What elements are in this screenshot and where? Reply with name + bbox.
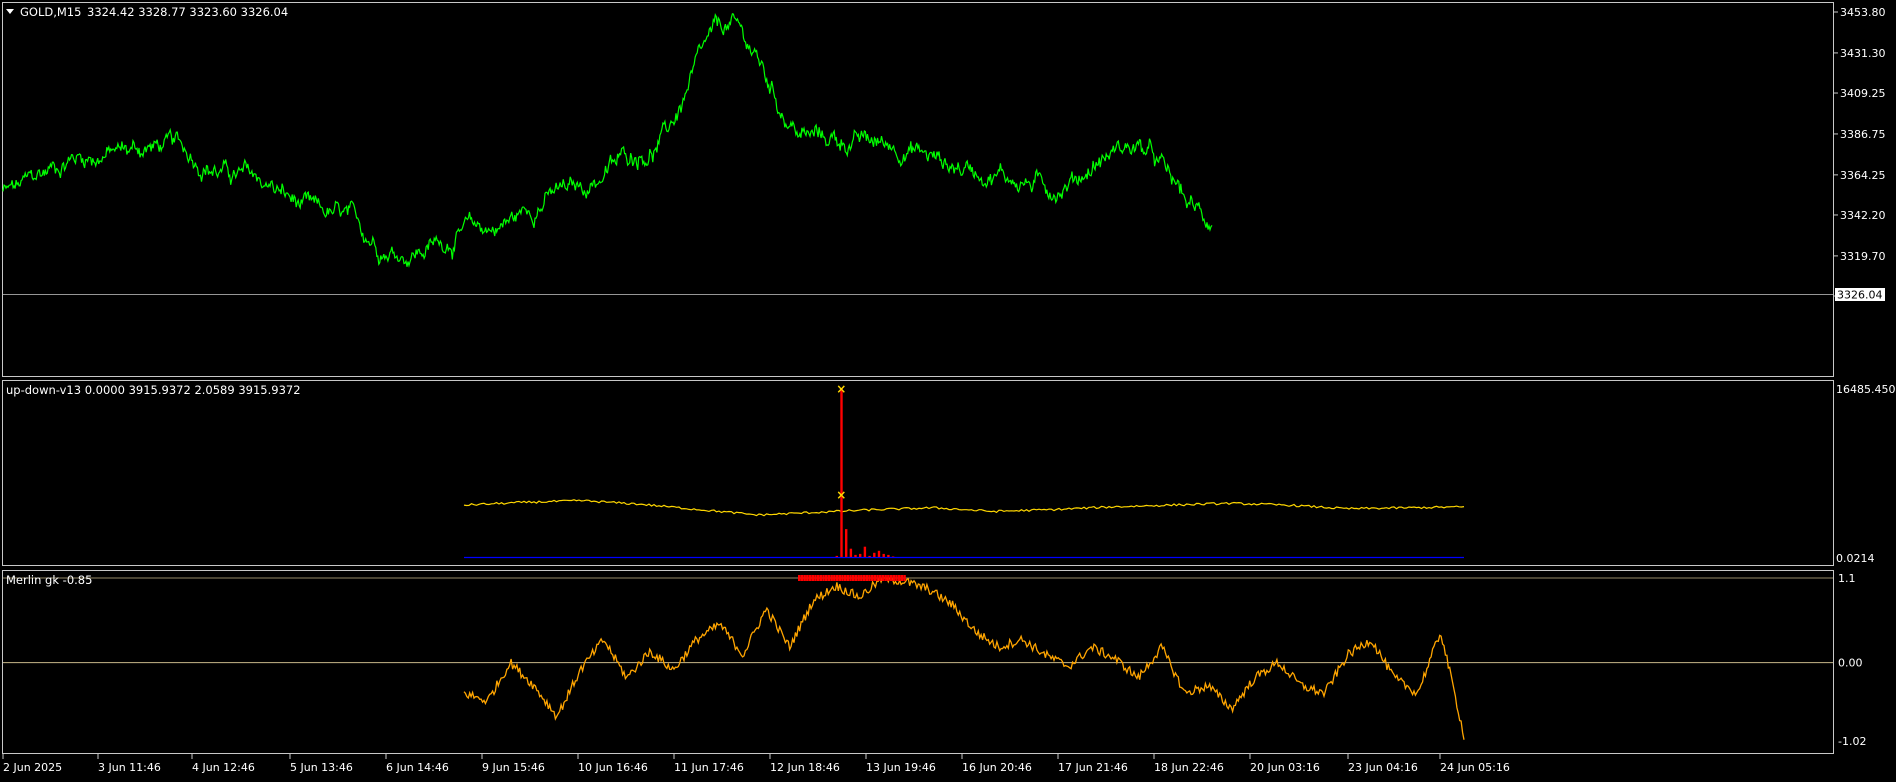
- merlin-top-marker: [903, 575, 906, 581]
- merlin-top-marker: [881, 575, 885, 581]
- merlin-top-marker: [819, 575, 823, 581]
- price-tick-label: 3319.70: [1840, 250, 1886, 263]
- merlin-top-marker: [862, 575, 866, 581]
- merlin-top-marker: [822, 575, 825, 581]
- updown-tick-max: 16485.450: [1836, 383, 1896, 396]
- merlin-top-marker: [803, 575, 806, 581]
- x-tick-label: 16 Jun 20:46: [962, 761, 1032, 774]
- updown-hist-bar: [849, 548, 853, 557]
- x-tick-label: 10 Jun 16:46: [578, 761, 648, 774]
- merlin-top-marker: [825, 575, 828, 581]
- updown-hist-bar: [882, 553, 885, 557]
- price-tick-label: 3453.80: [1840, 6, 1886, 19]
- merlin-top-marker: [870, 575, 874, 581]
- merlin-top-marker: [889, 575, 893, 581]
- updown-hist-bar: [868, 555, 871, 557]
- merlin-top-marker: [827, 575, 831, 581]
- merlin-top-marker: [811, 575, 814, 581]
- x-tick-label: 4 Jun 12:46: [192, 761, 255, 774]
- merlin-tick-label: 1.1: [1838, 572, 1856, 585]
- x-tick-label: 17 Jun 21:46: [1058, 761, 1128, 774]
- x-tick-label: 20 Jun 03:16: [1250, 761, 1320, 774]
- updown-hist-bar: [835, 555, 838, 557]
- merlin-top-marker: [808, 575, 812, 581]
- x-tick-label: 24 Jun 05:16: [1440, 761, 1510, 774]
- x-tick-label: 9 Jun 15:46: [482, 761, 545, 774]
- x-tick-label: 6 Jun 14:46: [386, 761, 449, 774]
- merlin-top-marker: [800, 575, 804, 581]
- merlin-top-marker: [830, 575, 833, 581]
- merlin-top-marker: [876, 575, 879, 581]
- updown-hist-bar: [887, 554, 890, 557]
- x-tick-label: 11 Jun 17:46: [674, 761, 744, 774]
- merlin-top-marker: [865, 575, 868, 581]
- merlin-top-marker: [887, 575, 890, 581]
- merlin-top-marker: [873, 575, 877, 581]
- price-tick-label: 3364.25: [1840, 169, 1886, 182]
- updown-hist-bar: [840, 388, 843, 557]
- x-tick-label: 5 Jun 13:46: [290, 761, 353, 774]
- merlin-top-marker: [816, 575, 820, 581]
- merlin-tick-label: 0.00: [1838, 657, 1863, 670]
- merlin-top-marker: [860, 575, 863, 581]
- updown-hist-bar: [877, 550, 881, 557]
- merlin-top-marker: [849, 575, 852, 581]
- updown-hist-bar: [854, 554, 857, 557]
- secondary-x-marker: ×: [836, 488, 846, 502]
- current-price-tag-text: 3326.04: [1837, 289, 1883, 302]
- merlin-top-marker: [884, 575, 887, 581]
- updown-hist-bar: [873, 552, 876, 557]
- updown-indicator-label: up-down-v13 0.0000 3915.9372 2.0589 3915…: [6, 383, 301, 397]
- chart-root[interactable]: × × 3453.80 3431.30 3409.25 3386.75 3364.25 33…: [0, 0, 1896, 778]
- merlin-top-marker: [798, 575, 801, 581]
- updown-hist-bar: [863, 546, 867, 557]
- symbol-label: GOLD,M15: [20, 5, 81, 19]
- merlin-top-marker: [846, 575, 850, 581]
- merlin-top-marker: [854, 575, 858, 581]
- price-tick-label: 3409.25: [1840, 87, 1886, 100]
- x-tick-label: 23 Jun 04:16: [1348, 761, 1418, 774]
- ohlc-values: 3324.42 3328.77 3323.60 3326.04: [87, 5, 288, 19]
- peak-x-marker: ×: [836, 382, 846, 396]
- merlin-top-marker: [895, 575, 898, 581]
- x-tick-label: 12 Jun 18:46: [770, 761, 840, 774]
- merlin-top-marker: [892, 575, 895, 581]
- merlin-top-marker: [843, 575, 847, 581]
- merlin-top-marker: [857, 575, 860, 581]
- x-tick-label: 2 Jun 2025: [3, 761, 62, 774]
- merlin-top-marker: [833, 575, 836, 581]
- merlin-top-marker: [806, 575, 809, 581]
- merlin-top-marker: [879, 575, 882, 581]
- x-tick-label: 3 Jun 11:46: [98, 761, 161, 774]
- price-tick-label: 3431.30: [1840, 47, 1886, 60]
- updown-tick-min: 0.0214: [1836, 552, 1875, 565]
- x-tick-label: 18 Jun 22:46: [1154, 761, 1224, 774]
- merlin-top-marker: [852, 575, 855, 581]
- merlin-top-marker: [868, 575, 871, 581]
- merlin-top-marker: [897, 575, 901, 581]
- merlin-top-marker: [814, 575, 817, 581]
- x-tick-label: 13 Jun 19:46: [866, 761, 936, 774]
- updown-hist-bar: [859, 553, 862, 557]
- merlin-top-marker: [835, 575, 839, 581]
- updown-hist-bar: [845, 529, 848, 557]
- price-tick-label: 3386.75: [1840, 128, 1886, 141]
- merlin-indicator-label: Merlin gk -0.85: [6, 573, 92, 587]
- chart-svg[interactable]: × × 3453.80 3431.30 3409.25 3386.75 3364.25 33…: [0, 0, 1896, 778]
- merlin-top-marker: [838, 575, 841, 581]
- merlin-top-marker: [841, 575, 844, 581]
- merlin-tick-label: -1.02: [1838, 735, 1866, 748]
- merlin-top-marker: [900, 575, 904, 581]
- price-tick-label: 3342.20: [1840, 209, 1886, 222]
- updown-hist-bar: [891, 556, 895, 557]
